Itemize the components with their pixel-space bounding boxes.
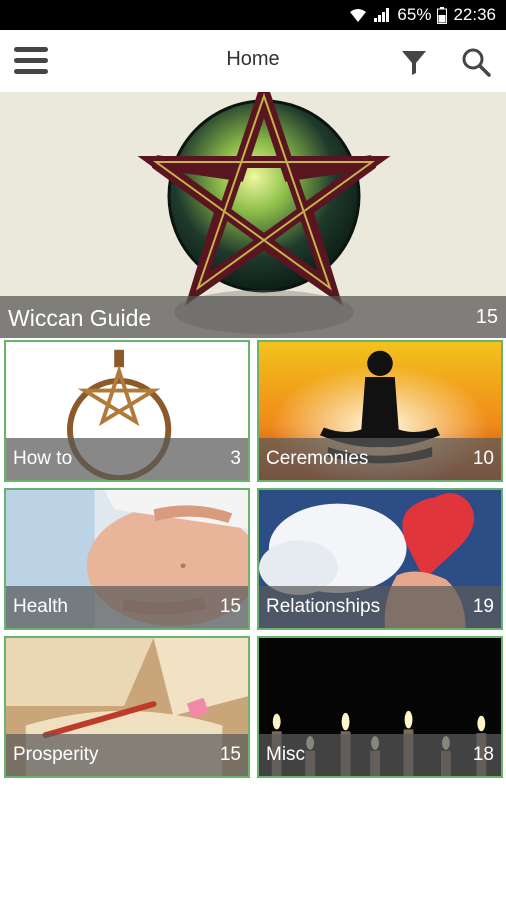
battery-icon — [437, 6, 448, 24]
filter-icon[interactable] — [398, 46, 430, 78]
tile-caption: Ceremonies 10 — [259, 438, 501, 480]
status-indicators: 65% 22:36 — [349, 5, 496, 25]
search-icon[interactable] — [460, 46, 492, 78]
category-count: 15 — [475, 306, 498, 328]
tile-caption: Prosperity 15 — [6, 734, 248, 776]
category-tile-how-to[interactable]: How to 3 — [4, 340, 250, 482]
category-count: 15 — [219, 744, 241, 765]
category-label: Ceremonies — [266, 448, 369, 469]
wifi-icon — [350, 9, 367, 22]
category-hero-wiccan-guide[interactable]: Wiccan Guide 15 — [0, 92, 506, 338]
page-title: Home — [226, 48, 280, 70]
category-tile-ceremonies[interactable]: Ceremonies 10 — [257, 340, 503, 482]
category-label: Relationships — [266, 596, 381, 617]
category-count: 10 — [472, 448, 494, 469]
category-label: How to — [13, 448, 73, 469]
category-label: Misc — [266, 744, 306, 765]
battery-percent: 65% — [397, 5, 432, 24]
category-count: 3 — [230, 448, 241, 469]
category-count: 18 — [472, 744, 494, 765]
category-label: Health — [13, 596, 68, 617]
clock: 22:36 — [453, 5, 496, 24]
tile-caption: Relationships 19 — [259, 586, 501, 628]
category-tile-relationships[interactable]: Relationships 19 — [257, 488, 503, 630]
tile-caption: Misc 18 — [259, 734, 501, 776]
status-bar: 65% 22:36 — [0, 0, 506, 30]
category-tile-health[interactable]: Health 15 — [4, 488, 250, 630]
tile-caption: Health 15 — [6, 586, 248, 628]
category-label: Prosperity — [13, 744, 99, 765]
signal-icon — [374, 8, 390, 22]
category-count: 15 — [219, 596, 241, 617]
hero-caption: Wiccan Guide 15 — [0, 296, 506, 338]
app-bar: Home — [0, 30, 506, 93]
tile-caption: How to 3 — [6, 438, 248, 480]
category-label: Wiccan Guide — [8, 305, 152, 331]
category-tile-misc[interactable]: Misc 18 — [257, 636, 503, 778]
category-count: 19 — [472, 596, 494, 617]
category-tile-prosperity[interactable]: Prosperity 15 — [4, 636, 250, 778]
